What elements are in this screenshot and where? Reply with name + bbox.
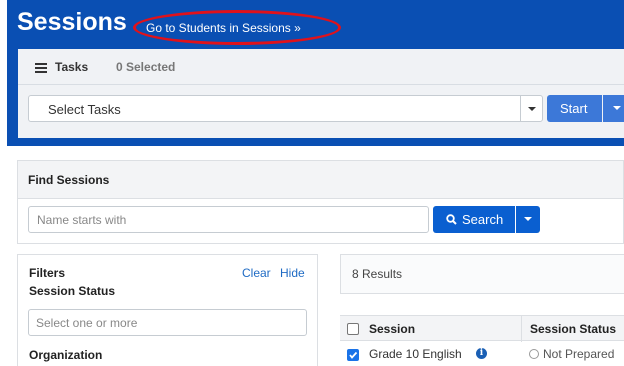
sessions-header: Sessions Go to Students in Sessions » Ta…	[7, 0, 624, 146]
checkmark-icon	[349, 351, 358, 359]
tasks-selected-count: 0 Selected	[116, 60, 176, 74]
caret-down-icon	[613, 106, 621, 110]
results-count: 8 Results	[352, 267, 403, 281]
filters-panel: Filters Clear Hide Session Status Organi…	[17, 254, 318, 366]
search-button[interactable]: Search	[433, 206, 515, 233]
name-search-input[interactable]	[28, 206, 429, 233]
caret-down-icon	[528, 107, 536, 111]
search-dropdown-button[interactable]	[516, 206, 540, 233]
tasks-label: Tasks	[55, 60, 89, 74]
select-tasks-dropdown[interactable]: Select Tasks	[28, 95, 543, 122]
column-header-session[interactable]: Session	[369, 322, 415, 336]
results-panel: 8 Results	[340, 254, 624, 294]
table-header: Session Session Status	[340, 315, 624, 342]
hide-filters-link[interactable]: Hide	[280, 266, 305, 280]
search-button-label: Search	[462, 212, 504, 227]
page-title: Sessions	[17, 8, 127, 36]
tasks-panel: Tasks 0 Selected Select Tasks Start	[18, 49, 624, 138]
session-status-input[interactable]	[28, 309, 307, 336]
search-icon	[446, 214, 457, 225]
tasks-list-icon	[35, 63, 47, 73]
column-header-session-status[interactable]: Session Status	[530, 322, 616, 336]
find-sessions-header: Find Sessions	[18, 161, 623, 199]
caret-down-icon	[524, 217, 532, 221]
session-status-label: Session Status	[29, 284, 116, 298]
clear-filters-link[interactable]: Clear	[242, 266, 271, 280]
organization-label: Organization	[29, 348, 103, 362]
start-button[interactable]: Start	[547, 95, 602, 122]
info-icon[interactable]: i	[476, 348, 487, 359]
column-divider	[521, 316, 522, 342]
session-name-cell[interactable]: Grade 10 English	[369, 347, 462, 361]
select-all-checkbox[interactable]	[347, 323, 359, 335]
select-tasks-value: Select Tasks	[48, 102, 121, 117]
start-dropdown-button[interactable]	[603, 95, 624, 122]
session-status-cell: Not Prepared	[543, 347, 615, 361]
find-sessions-panel: Find Sessions Search	[17, 160, 624, 244]
tasks-bar: Tasks 0 Selected	[18, 49, 624, 85]
sessions-table: Session Session Status Grade 10 English …	[340, 315, 624, 366]
filters-title: Filters	[29, 266, 66, 280]
status-circle-icon	[529, 349, 539, 359]
find-sessions-title: Find Sessions	[28, 173, 110, 187]
table-row[interactable]: Grade 10 English i Not Prepared	[340, 342, 624, 366]
select-tasks-toggle[interactable]	[520, 96, 542, 121]
highlight-ellipse	[133, 10, 341, 45]
row-checkbox[interactable]	[347, 349, 359, 361]
